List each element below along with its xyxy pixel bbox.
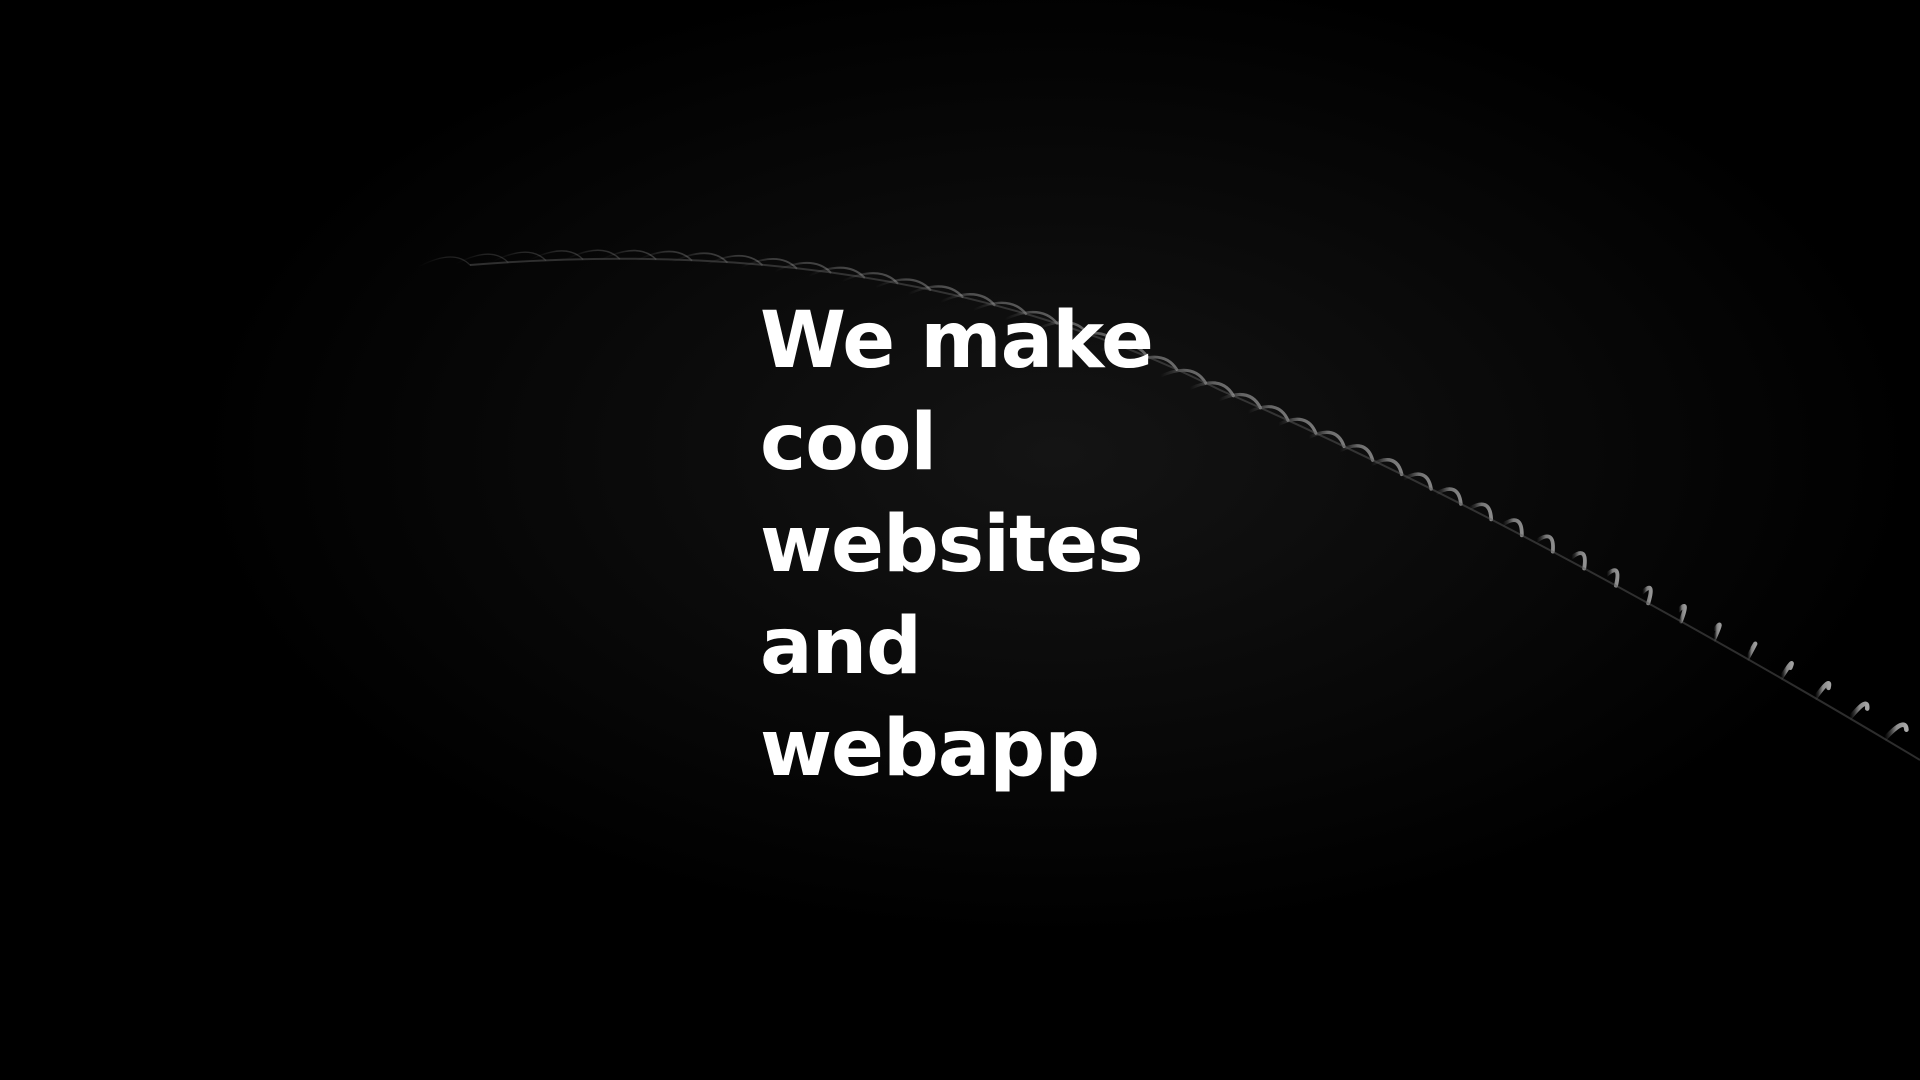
headline-line-1: We make [760, 296, 1154, 386]
hero-headline: We make cool websites and webapp [760, 290, 1154, 800]
headline-line-4: and [760, 602, 922, 692]
headline-line-3: websites [760, 500, 1144, 590]
hero-section: We make cool websites and webapp [0, 0, 1920, 1080]
headline-line-5: webapp [760, 704, 1100, 794]
headline-line-2: cool [760, 398, 937, 488]
